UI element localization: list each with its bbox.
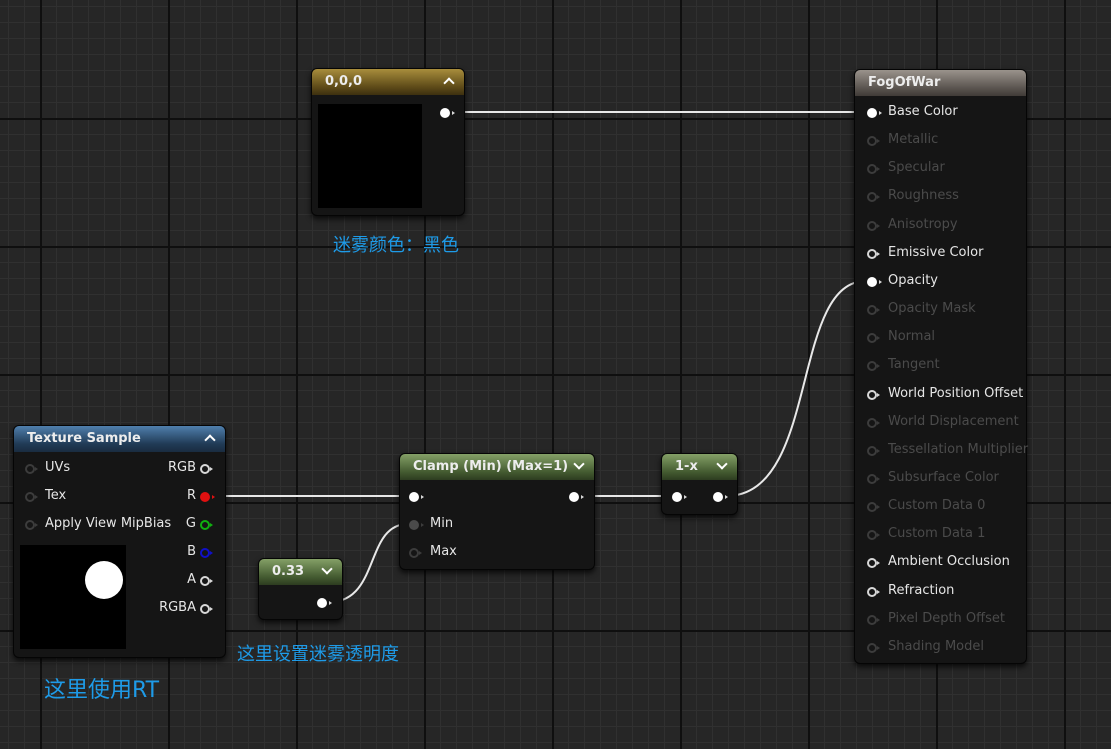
tex-input-pin[interactable] — [25, 492, 38, 502]
pixel-depth-offset-label: Pixel Depth Offset — [888, 610, 1005, 626]
opacity-input-pin[interactable] — [867, 276, 882, 287]
output-pin[interactable] — [317, 598, 332, 608]
tex-label: Tex — [45, 488, 67, 503]
output-pin[interactable] — [569, 492, 584, 502]
r-label: R — [186, 488, 196, 503]
node-header[interactable]: Texture Sample — [14, 426, 225, 452]
rgba-label: RGBA — [159, 600, 196, 615]
expand-icon[interactable] — [320, 559, 334, 585]
min-label: Min — [430, 516, 454, 531]
node-title: 1-x — [675, 459, 698, 474]
roughness-label: Roughness — [888, 188, 959, 204]
opacity-mask-label: Opacity Mask — [888, 301, 976, 317]
output-pin[interactable] — [713, 492, 728, 502]
rgb-label: RGB — [167, 460, 196, 475]
node-title: 0,0,0 — [325, 74, 363, 89]
b-label: B — [187, 544, 196, 559]
comment-fog-opacity: 这里设置迷雾透明度 — [237, 644, 399, 665]
world-displacement-input-pin[interactable] — [867, 417, 880, 428]
node-header[interactable]: 0,0,0 — [312, 69, 464, 95]
material-graph-canvas[interactable]: 0,0,0 迷雾颜色：黑色 Texture Sample UVs Tex App… — [0, 0, 1111, 749]
normal-input-pin[interactable] — [867, 333, 880, 344]
opacity-mask-input-pin[interactable] — [867, 305, 880, 316]
emissive-color-label: Emissive Color — [888, 244, 984, 260]
mipbias-label: Apply View MipBias — [45, 516, 172, 531]
r-output-pin[interactable] — [200, 492, 215, 502]
refraction-label: Refraction — [888, 582, 955, 598]
roughness-input-pin[interactable] — [867, 192, 880, 203]
specular-input-pin[interactable] — [867, 164, 880, 175]
normal-label: Normal — [888, 329, 936, 345]
material-result-node[interactable]: FogOfWar Base Color Metallic Specular Rough… — [854, 69, 1029, 664]
color-preview — [318, 104, 422, 208]
max-input-pin[interactable] — [409, 548, 422, 558]
world-position-offset-label: World Position Offset — [888, 385, 1024, 401]
constant-033-node[interactable]: 0.33 — [258, 558, 343, 620]
max-label: Max — [430, 544, 457, 559]
rgba-output-pin[interactable] — [200, 604, 213, 614]
subsurface-color-input-pin[interactable] — [867, 473, 880, 484]
expand-icon[interactable] — [715, 454, 729, 480]
node-title: Clamp (Min) (Max=1) — [413, 459, 569, 474]
custom-data-1-input-pin[interactable] — [867, 530, 880, 541]
comment-use-rt: 这里使用RT — [44, 678, 160, 703]
base-color-label: Base Color — [888, 104, 958, 119]
input-pin[interactable] — [409, 492, 424, 502]
g-label: G — [185, 516, 196, 531]
tessellation-multiplier-input-pin[interactable] — [867, 445, 880, 456]
texture-preview — [20, 545, 126, 649]
collapse-icon[interactable] — [442, 69, 456, 95]
node-title: Texture Sample — [27, 431, 141, 446]
constant-color-node[interactable]: 0,0,0 — [311, 68, 465, 216]
ambient-occlusion-label: Ambient Occlusion — [888, 554, 1010, 570]
emissive-color-input-pin[interactable] — [867, 248, 880, 259]
collapse-icon[interactable] — [203, 426, 217, 452]
b-output-pin[interactable] — [200, 548, 213, 558]
texture-sample-node[interactable]: Texture Sample UVs Tex Apply View MipBia… — [13, 425, 226, 658]
tangent-label: Tangent — [888, 357, 940, 373]
tessellation-multiplier-label: Tessellation Multiplier — [888, 441, 1029, 457]
uvs-label: UVs — [45, 460, 71, 475]
rgb-output-pin[interactable] — [200, 464, 213, 474]
specular-label: Specular — [888, 160, 945, 176]
node-header[interactable]: FogOfWar — [855, 70, 1026, 96]
node-header[interactable]: 0.33 — [259, 559, 342, 585]
subsurface-color-label: Subsurface Color — [888, 469, 999, 485]
tangent-input-pin[interactable] — [867, 361, 880, 372]
output-pin[interactable] — [440, 108, 455, 118]
g-output-pin[interactable] — [200, 520, 213, 530]
white-circle-preview — [85, 561, 123, 599]
expand-icon[interactable] — [572, 454, 586, 480]
clamp-node[interactable]: Clamp (Min) (Max=1) Min Max — [399, 453, 595, 570]
custom-data-0-input-pin[interactable] — [867, 502, 880, 513]
a-output-pin[interactable] — [200, 576, 213, 586]
node-header[interactable]: 1-x — [662, 454, 737, 480]
world-displacement-label: World Displacement — [888, 413, 1019, 429]
metallic-input-pin[interactable] — [867, 136, 880, 147]
anisotropy-input-pin[interactable] — [867, 220, 880, 231]
mipbias-input-pin[interactable] — [25, 520, 38, 530]
node-title: FogOfWar — [868, 75, 941, 90]
comment-fog-color: 迷雾颜色：黑色 — [333, 235, 459, 256]
wire-oneminus-to-opacity[interactable] — [725, 280, 867, 497]
base-color-input-pin[interactable] — [867, 108, 882, 118]
anisotropy-label: Anisotropy — [888, 216, 958, 232]
metallic-label: Metallic — [888, 132, 939, 148]
custom-data-0-label: Custom Data 0 — [888, 498, 986, 514]
uvs-input-pin[interactable] — [25, 464, 38, 474]
shading-model-label: Shading Model — [888, 638, 984, 654]
pixel-depth-offset-input-pin[interactable] — [867, 614, 880, 625]
node-title: 0.33 — [272, 564, 305, 579]
input-pin[interactable] — [672, 492, 687, 502]
refraction-input-pin[interactable] — [867, 586, 880, 597]
custom-data-1-label: Custom Data 1 — [888, 526, 986, 542]
ambient-occlusion-input-pin[interactable] — [867, 558, 880, 569]
world-position-offset-input-pin[interactable] — [867, 389, 880, 400]
shading-model-input-pin[interactable] — [867, 642, 880, 653]
node-header[interactable]: Clamp (Min) (Max=1) — [400, 454, 594, 480]
opacity-label: Opacity — [888, 272, 939, 288]
min-input-pin[interactable] — [409, 520, 424, 530]
a-label: A — [187, 572, 196, 587]
one-minus-node[interactable]: 1-x — [661, 453, 738, 515]
